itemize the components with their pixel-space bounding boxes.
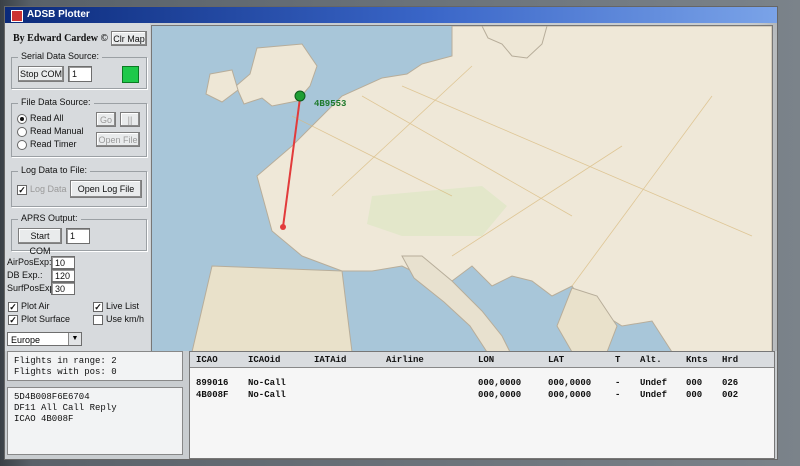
column-header[interactable]: Alt. (640, 355, 662, 365)
column-header[interactable]: LON (478, 355, 494, 365)
window-title: ADSB Plotter (27, 9, 90, 20)
live-list-label: Live List (106, 301, 140, 311)
plot-air-check-icon: ✓ (8, 302, 18, 312)
use-kmh-checkbox[interactable]: Use km/h (93, 314, 144, 325)
app-window: ADSB Plotter By Edward Cardew © Clr Map … (4, 6, 778, 460)
column-header[interactable]: Hrd (722, 355, 738, 365)
air-pos-exp-label: AirPosExp: (7, 257, 52, 267)
log-line: 5D4B008F6E6704 (14, 392, 90, 402)
table-cell: - (615, 390, 621, 400)
control-panel: By Edward Cardew © Clr Map Serial Data S… (5, 23, 150, 355)
table-cell: 000,0000 (478, 390, 522, 400)
log-data-label: Log Data (30, 184, 67, 194)
start-com-button[interactable]: Start COM (18, 228, 62, 256)
message-log-box[interactable]: 5D4B008F6E6704 DF11 All Call Reply ICAO … (7, 387, 183, 455)
author-label: By Edward Cardew © (13, 33, 108, 44)
track-start-marker (280, 224, 286, 230)
db-exp-input[interactable]: 120 (51, 269, 75, 282)
clear-map-button[interactable]: Clr Map (111, 31, 147, 46)
table-cell: 000,0000 (548, 390, 592, 400)
surf-pos-exp-label: SurfPosExp: (7, 283, 58, 293)
table-cell: No-Call (248, 378, 286, 388)
plot-surface-label: Plot Surface (21, 314, 71, 324)
read-all-radio[interactable]: Read All (17, 113, 64, 124)
bottom-panel: Flights in range: 2 Flights with pos: 0 … (5, 351, 777, 459)
plot-surface-check-icon: ✓ (8, 315, 18, 325)
plot-air-checkbox[interactable]: ✓ Plot Air (8, 301, 50, 312)
europe-map[interactable]: 4B9553 (152, 26, 772, 352)
flights-with-pos-text: Flights with pos: 0 (14, 367, 117, 377)
log-group-title: Log Data to File: (18, 165, 91, 175)
column-header[interactable]: ICAO (196, 355, 218, 365)
map-view[interactable]: 4B9553 (151, 25, 773, 353)
live-list-check-icon: ✓ (93, 302, 103, 312)
table-cell: 899016 (196, 378, 229, 388)
table-header: ICAO ICAOid IATAid Airline LON LAT T Alt… (190, 352, 774, 368)
flights-table[interactable]: ICAO ICAOid IATAid Airline LON LAT T Alt… (189, 351, 775, 459)
file-source-group: File Data Source: Read All Read Manual R… (11, 97, 147, 157)
stop-com-button[interactable]: Stop COM (18, 66, 64, 82)
pause-button[interactable]: || (120, 112, 140, 127)
column-header[interactable]: LAT (548, 355, 564, 365)
table-cell: 000,0000 (478, 378, 522, 388)
live-list-checkbox[interactable]: ✓ Live List (93, 301, 139, 312)
column-header[interactable]: IATAid (314, 355, 346, 365)
aprs-group: APRS Output: Start COM 1 (11, 213, 147, 256)
aprs-com-port-input[interactable]: 1 (66, 228, 90, 244)
connection-status-indicator (122, 66, 139, 83)
table-cell: No-Call (248, 390, 286, 400)
aprs-group-title: APRS Output: (18, 213, 81, 223)
title-bar: ADSB Plotter (5, 7, 777, 23)
table-cell: 000 (686, 390, 703, 400)
log-group: Log Data to File: ✓ Log Data Open Log Fi… (11, 165, 147, 207)
file-source-group-title: File Data Source: (18, 97, 94, 107)
plot-surface-checkbox[interactable]: ✓ Plot Surface (8, 314, 70, 325)
region-select[interactable]: Europe ▼ (7, 332, 82, 346)
serial-com-port-input[interactable]: 1 (68, 66, 92, 82)
table-cell: 000 (686, 378, 703, 388)
log-data-check-icon: ✓ (17, 185, 27, 195)
plot-air-label: Plot Air (21, 301, 50, 311)
read-timer-radio[interactable]: Read Timer (17, 139, 77, 150)
db-exp-label: DB Exp.: (7, 270, 43, 280)
read-manual-radio[interactable]: Read Manual (17, 126, 84, 137)
serial-group: Serial Data Source: Stop COM 1 (11, 51, 147, 89)
flight-stats-box: Flights in range: 2 Flights with pos: 0 (7, 351, 183, 381)
table-row[interactable]: 4B008F No-Call 000,0000 000,0000 - Undef… (190, 390, 774, 401)
column-header[interactable]: ICAOid (248, 355, 280, 365)
table-row[interactable]: 899016 No-Call 000,0000 000,0000 - Undef… (190, 378, 774, 389)
app-icon (11, 10, 23, 22)
column-header[interactable]: Knts (686, 355, 708, 365)
table-cell: 026 (722, 378, 739, 388)
table-cell: 4B008F (196, 390, 229, 400)
open-file-button[interactable]: Open File (96, 132, 140, 147)
serial-group-title: Serial Data Source: (18, 51, 103, 61)
iberia (191, 265, 353, 352)
surf-pos-exp-input[interactable]: 30 (51, 282, 75, 295)
table-cell: - (615, 378, 621, 388)
table-cell: Undef (640, 390, 668, 400)
use-kmh-check-box (93, 315, 103, 325)
table-cell: Undef (640, 378, 668, 388)
column-header[interactable]: T (615, 355, 620, 365)
region-select-value: Europe (11, 335, 41, 345)
log-line: ICAO 4B008F (14, 414, 74, 424)
open-log-file-button[interactable]: Open Log File (70, 180, 142, 198)
air-pos-exp-input[interactable]: 10 (51, 256, 75, 269)
log-line: DF11 All Call Reply (14, 403, 117, 413)
table-cell: 002 (722, 390, 739, 400)
go-button[interactable]: Go (96, 112, 116, 127)
chevron-down-icon[interactable]: ▼ (68, 333, 81, 345)
use-kmh-label: Use km/h (106, 314, 145, 324)
aircraft-marker[interactable] (294, 90, 306, 102)
log-data-checkbox[interactable]: ✓ Log Data (17, 184, 67, 195)
monitor-screen: ADSB Plotter By Edward Cardew © Clr Map … (0, 0, 800, 466)
flights-in-range-text: Flights in range: 2 (14, 356, 117, 366)
aircraft-label: 4B9553 (314, 99, 346, 109)
column-header[interactable]: Airline (386, 355, 424, 365)
table-cell: 000,0000 (548, 378, 592, 388)
